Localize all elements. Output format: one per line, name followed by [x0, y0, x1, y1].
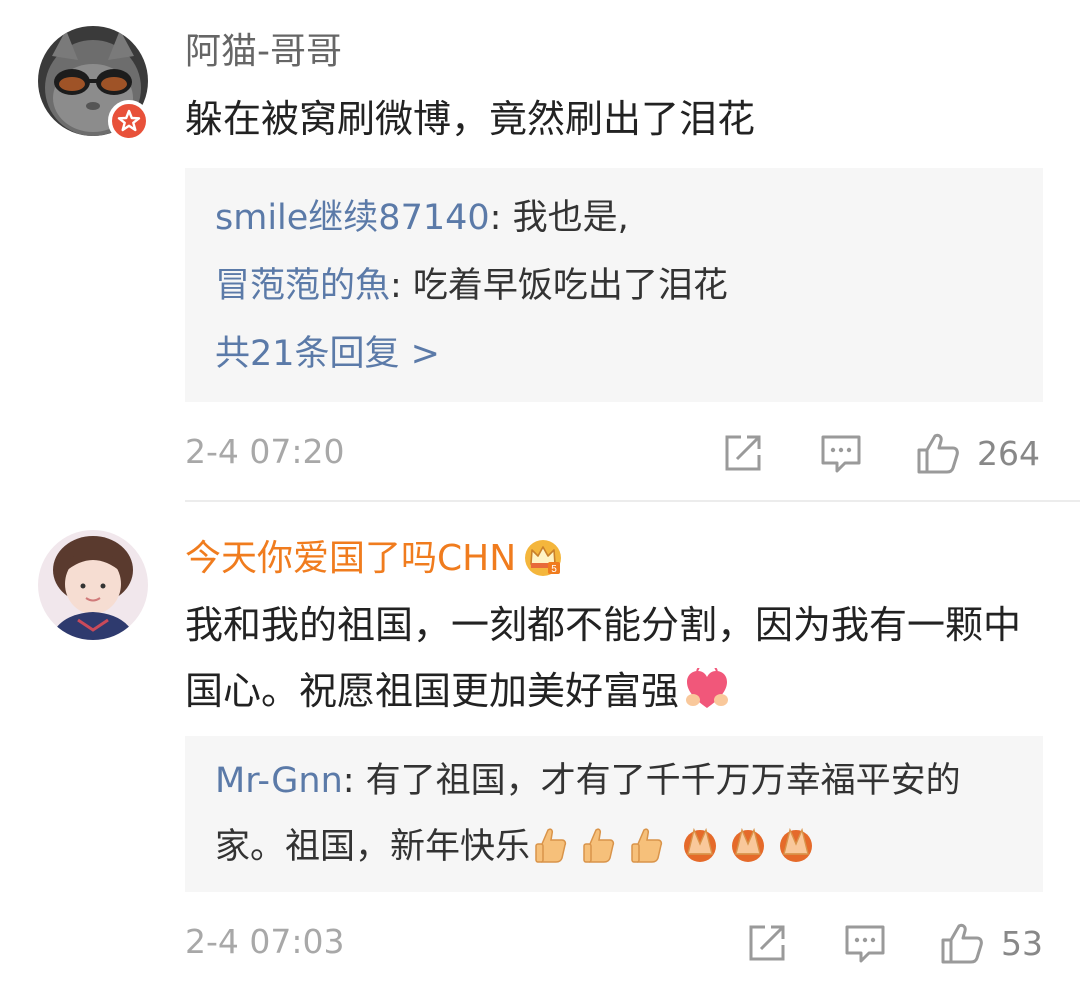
thumbs-up-emoji — [535, 828, 567, 863]
like-thumb-icon — [941, 923, 983, 964]
comment-meta: 2-4 07:20 264 — [185, 428, 1045, 478]
like-thumb-icon — [917, 433, 959, 474]
praying-hands-emoji — [684, 827, 717, 862]
divider — [185, 500, 1080, 502]
thumbs-up-emoji — [631, 828, 663, 863]
thumbs-up-emoji — [583, 828, 615, 863]
crown-icon: 5 — [525, 540, 562, 576]
heart-hands-emoji — [686, 668, 729, 708]
comment-timestamp: 2-4 07:03 — [185, 922, 345, 961]
comment-text-content: 我和我的祖国，一刻都不能分割，因为我有一颗中国心。祝愿祖国更加美好富强 — [185, 603, 1022, 713]
girl-avatar-image — [38, 530, 148, 640]
repost-icon — [725, 435, 761, 471]
praying-hands-emoji — [732, 827, 765, 862]
praying-hands-emoji — [780, 827, 813, 862]
user-avatar[interactable] — [38, 530, 148, 640]
reply-author[interactable]: 冒萢萢的魚 — [215, 266, 390, 306]
comment-meta: 2-4 07:03 53 — [185, 918, 1045, 968]
reply-box[interactable]: smile继续87140: 我也是, 冒萢萢的魚: 吃着早饭吃出了泪花 共21条… — [185, 168, 1043, 402]
comment-button[interactable] — [843, 918, 887, 968]
like-button[interactable]: 264 — [915, 428, 1040, 478]
verified-star-badge-icon — [108, 100, 150, 142]
comment-icon — [821, 435, 861, 473]
comment-button[interactable] — [819, 428, 863, 478]
reply-item[interactable]: smile继续87140: 我也是, — [215, 184, 1013, 252]
reply-item[interactable]: Mr-Gnn: 有了祖国，才有了千千万万幸福平安的家。祖国，新年快乐 — [215, 748, 1013, 880]
svg-text:5: 5 — [551, 564, 557, 575]
like-count: 264 — [977, 433, 1040, 473]
comment-username[interactable]: 今天你爱国了吗CHN 5 — [185, 536, 564, 581]
comment-icon — [845, 925, 885, 963]
reply-author[interactable]: smile继续87140 — [215, 198, 490, 238]
reply-box[interactable]: Mr-Gnn: 有了祖国，才有了千千万万幸福平安的家。祖国，新年快乐 — [185, 736, 1043, 892]
comment-text: 躲在被窝刷微博，竟然刷出了泪花 — [185, 97, 756, 141]
repost-icon — [749, 925, 785, 961]
like-button[interactable]: 53 — [939, 918, 1043, 968]
reply-item[interactable]: 冒萢萢的魚: 吃着早饭吃出了泪花 — [215, 252, 1013, 320]
repost-button[interactable] — [745, 918, 789, 968]
reply-text: : 我也是, — [489, 198, 629, 238]
comment-username[interactable]: 阿猫-哥哥 — [185, 30, 342, 74]
more-replies-link[interactable]: 共21条回复 > — [215, 320, 1013, 388]
reply-text: : 吃着早饭吃出了泪花 — [390, 266, 728, 306]
username-text: 今天你爱国了吗CHN — [185, 538, 517, 579]
like-count: 53 — [1001, 923, 1043, 963]
comment-text: 我和我的祖国，一刻都不能分割，因为我有一颗中国心。祝愿祖国更加美好富强 — [185, 592, 1045, 724]
repost-button[interactable] — [721, 428, 765, 478]
reply-author[interactable]: Mr-Gnn — [215, 761, 343, 801]
comment-timestamp: 2-4 07:20 — [185, 432, 345, 471]
